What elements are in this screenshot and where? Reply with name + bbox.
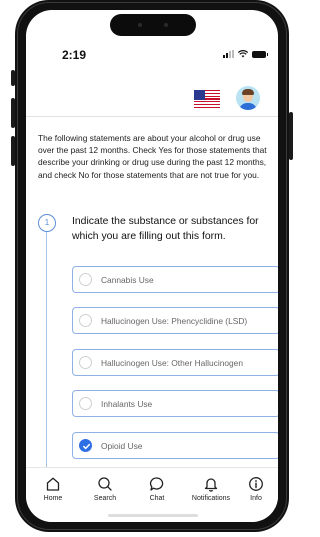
home-icon — [46, 477, 60, 491]
question-number: 1 — [38, 214, 56, 232]
status-time: 2:19 — [62, 48, 87, 62]
tab-search[interactable]: Search — [80, 476, 130, 502]
radio-checked-icon[interactable] — [79, 439, 92, 452]
radio-unchecked-icon[interactable] — [79, 397, 92, 410]
option-cannabis[interactable]: Cannabis Use — [72, 266, 278, 293]
info-icon — [249, 477, 263, 491]
tab-chat[interactable]: Chat — [132, 476, 182, 502]
wifi-icon — [238, 50, 248, 58]
status-bar: 2:19 — [26, 10, 278, 62]
battery-icon — [252, 50, 268, 58]
cellular-signal-icon — [223, 50, 234, 58]
option-label: Inhalants Use — [101, 399, 153, 409]
option-label: Cannabis Use — [101, 275, 154, 285]
option-hallucinogen-lsd[interactable]: Hallucinogen Use: Phencyclidine (LSD) — [72, 307, 278, 334]
power-button — [289, 112, 293, 160]
option-hallucinogen-other[interactable]: Hallucinogen Use: Other Hallucinogen — [72, 349, 278, 376]
tab-info[interactable]: Info — [238, 476, 274, 502]
bell-icon — [204, 478, 218, 492]
chat-icon — [149, 477, 164, 491]
header-bar — [26, 74, 278, 114]
option-inhalants[interactable]: Inhalants Use — [72, 390, 278, 417]
us-flag-icon[interactable] — [194, 90, 220, 108]
option-label: Hallucinogen Use: Phencyclidine (LSD) — [101, 316, 248, 326]
header-divider — [26, 116, 278, 117]
avatar[interactable] — [236, 86, 260, 110]
home-indicator — [108, 514, 198, 517]
tab-notifications[interactable]: Notifications — [186, 476, 236, 502]
search-icon — [98, 477, 112, 491]
tab-home[interactable]: Home — [28, 476, 78, 502]
option-label: Hallucinogen Use: Other Hallucinogen — [101, 358, 243, 368]
option-opioid[interactable]: Opioid Use — [72, 432, 278, 459]
question-text: Indicate the substance or substances for… — [72, 216, 259, 242]
radio-unchecked-icon[interactable] — [79, 273, 92, 286]
radio-unchecked-icon[interactable] — [79, 356, 92, 369]
phone-screen: 2:19 The following statements are about … — [26, 10, 278, 522]
radio-unchecked-icon[interactable] — [79, 314, 92, 327]
option-label: Opioid Use — [101, 441, 143, 451]
instructions-text: The following statements are about your … — [38, 133, 267, 180]
